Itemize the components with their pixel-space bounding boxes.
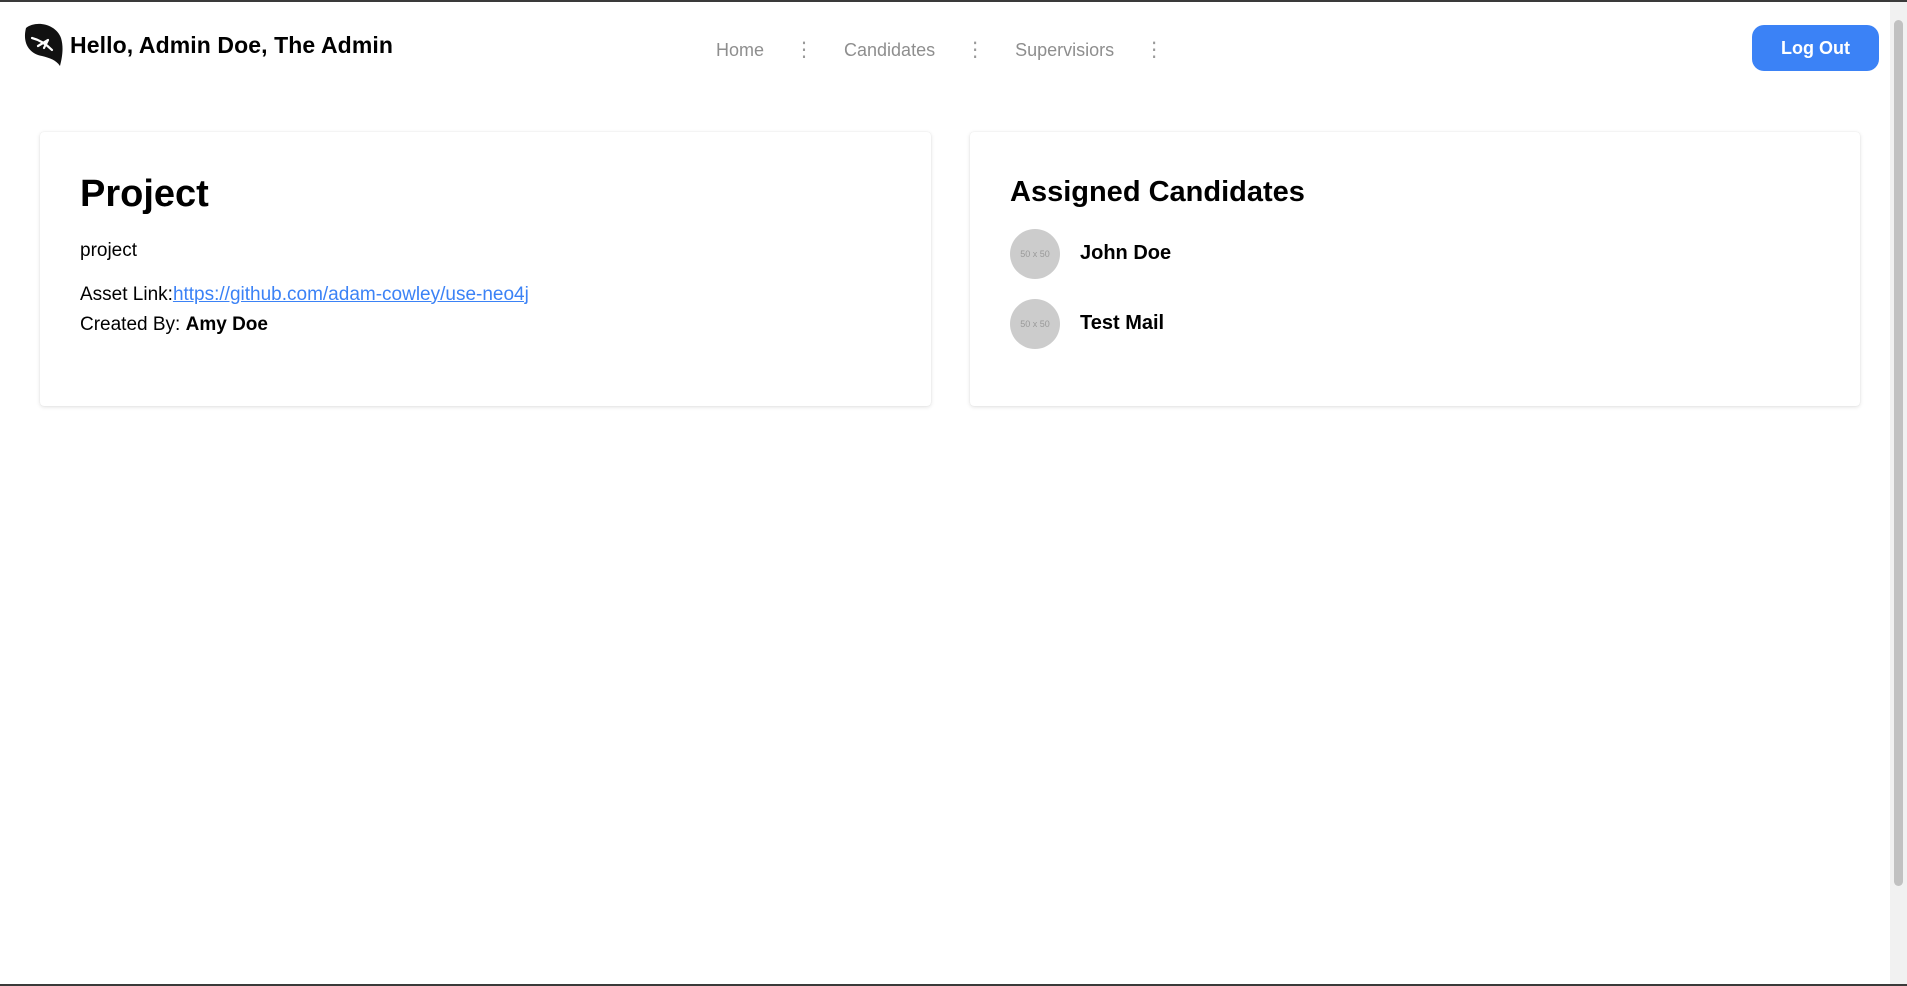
candidate-name: Test Mail <box>1080 312 1165 335</box>
asset-link-label: Asset Link: <box>80 283 173 305</box>
candidate-item[interactable]: 50 x 50 Test Mail <box>1010 298 1820 350</box>
project-card: Project project Asset Link:https://githu… <box>40 132 931 406</box>
brand[interactable]: Hello, Admin Doe, The Admin <box>22 22 393 68</box>
logout-button[interactable]: Log Out <box>1752 25 1879 71</box>
scrollbar-thumb[interactable] <box>1894 20 1903 886</box>
project-title: Project <box>80 173 209 215</box>
nav-link-home[interactable]: Home <box>716 40 764 61</box>
nav-link-candidates[interactable]: Candidates <box>844 40 935 61</box>
nav-link-supervisiors[interactable]: Supervisiors <box>1015 40 1114 61</box>
bird-leaf-logo-icon <box>24 23 63 66</box>
candidate-item[interactable]: 50 x 50 John Doe <box>1010 228 1820 280</box>
assigned-candidates-title: Assigned Candidates <box>1010 176 1305 208</box>
vertical-dots-icon[interactable]: ⋮ <box>794 40 814 60</box>
created-by-label: Created By: <box>80 313 181 335</box>
project-description: project <box>80 239 138 261</box>
vertical-dots-icon[interactable]: ⋮ <box>1144 40 1164 60</box>
vertical-dots-icon[interactable]: ⋮ <box>965 40 985 60</box>
avatar: 50 x 50 <box>1010 298 1060 349</box>
project-meta: Asset Link:https://github.com/adam-cowle… <box>80 280 891 340</box>
created-by-row: Created By: Amy Doe <box>80 310 891 340</box>
candidate-list: 50 x 50 John Doe 50 x 50 Test Mail <box>1010 228 1820 350</box>
avatar: 50 x 50 <box>1010 228 1060 279</box>
asset-link[interactable]: https://github.com/adam-cowley/use-neo4j <box>173 284 529 305</box>
asset-link-row: Asset Link:https://github.com/adam-cowle… <box>80 280 891 310</box>
assigned-candidates-card: Assigned Candidates 50 x 50 John Doe 50 … <box>970 132 1860 406</box>
candidate-name: John Doe <box>1080 242 1172 265</box>
main-nav: Home ⋮ Candidates ⋮ Supervisiors ⋮ <box>716 32 1194 68</box>
greeting-title: Hello, Admin Doe, The Admin <box>70 31 394 58</box>
vertical-scrollbar[interactable] <box>1890 2 1907 986</box>
created-by-name: Amy Doe <box>185 313 268 335</box>
top-navbar: Hello, Admin Doe, The Admin Home ⋮ Candi… <box>0 2 1890 94</box>
